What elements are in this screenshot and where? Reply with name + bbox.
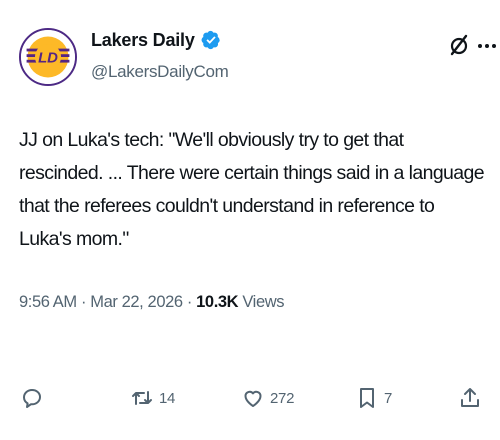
verified-badge-icon[interactable] [201,30,221,50]
bookmark-button[interactable]: 7 [355,380,392,416]
display-name[interactable]: Lakers Daily [91,30,195,51]
divider [0,338,500,339]
action-bar: 14 272 7 [0,380,500,416]
heart-icon [244,390,262,407]
retweet-count: 14 [159,389,176,407]
share-button[interactable] [458,380,482,416]
tweet-header: LD Lakers Daily @LakersDailyCom [19,22,496,94]
name-row: Lakers Daily [91,26,221,54]
grok-icon[interactable] [449,34,469,56]
like-count: 272 [270,389,295,407]
views-label: Views [242,293,285,311]
retweet-icon [132,391,152,405]
meta-separator: · [186,293,193,311]
tweet-time[interactable]: 9:56 AM [19,293,77,311]
share-icon [461,388,479,407]
retweet-button[interactable]: 14 [130,380,175,416]
like-button[interactable]: 272 [241,380,294,416]
handle[interactable]: @LakersDailyCom [91,62,229,82]
meta-separator: · [80,293,87,311]
tweet-meta: 9:56 AM · Mar 22, 2026 · 10.3K Views [19,293,284,312]
tweet-card: LD Lakers Daily @LakersDailyCom JJ on Lu… [0,0,500,440]
reply-icon [23,389,41,408]
views-count: 10.3K [196,293,239,311]
bookmark-icon [360,388,374,408]
avatar-letters: LD [38,51,58,67]
avatar[interactable]: LD [19,28,77,86]
reply-button[interactable] [20,380,49,416]
lakers-daily-logo-icon: LD [21,30,75,84]
bookmark-count: 7 [384,389,393,407]
tweet-text: JJ on Luka's tech: "We'll obviously try … [19,129,485,250]
more-icon[interactable] [475,34,499,56]
tweet-date[interactable]: Mar 22, 2026 [90,293,183,311]
